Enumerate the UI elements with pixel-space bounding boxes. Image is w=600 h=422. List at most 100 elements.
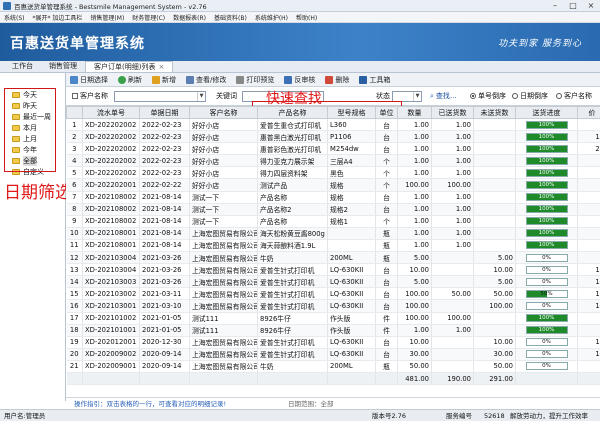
progress-text: 100% xyxy=(539,182,555,188)
table-cell: 上海宏图贸易有限公司 xyxy=(190,276,258,288)
customer-select[interactable]: ▼ xyxy=(114,91,206,102)
table-row[interactable]: 16XD-2021030012021-03-10上海宏图贸易有限公司爱普生针式打… xyxy=(67,300,600,312)
table-cell: XD-202202002 xyxy=(83,167,140,179)
table-row[interactable]: 7XD-2021080022021-08-14测试一下产品名称规格台1.001.… xyxy=(67,191,600,203)
minimize-icon[interactable]: – xyxy=(546,0,564,12)
menu-maintenance[interactable]: 系统维护(H) xyxy=(255,13,288,22)
table-cell: 1.00 xyxy=(432,167,474,179)
menu-sales[interactable]: 销售管理(M) xyxy=(90,13,124,22)
customer-checkbox[interactable] xyxy=(72,93,78,99)
sort-by-customer[interactable]: 客户名称 xyxy=(556,91,592,101)
sort-by-date[interactable]: 日期倒序 xyxy=(512,91,548,101)
table-row[interactable]: 10XD-2021080012021-08-14上海宏图贸易有限公司海天松粉黄豆… xyxy=(67,227,600,239)
table-row[interactable]: 14XD-2021030032021-03-26上海宏图贸易有限公司爱普生针式打… xyxy=(67,276,600,288)
table-row[interactable]: 4XD-2022020022022-02-23好好小店得力亚克力展示架三层A4个… xyxy=(67,155,600,167)
column-header[interactable]: 客户名称 xyxy=(190,107,258,119)
table-cell xyxy=(578,167,600,179)
print-preview-button[interactable]: 打印预览 xyxy=(236,75,274,85)
table-cell: XD-202012001 xyxy=(83,336,140,348)
sort-by-number[interactable]: 单号倒序 xyxy=(470,91,506,101)
maximize-icon[interactable]: □ xyxy=(564,0,582,12)
table-cell: 牛奶 xyxy=(258,252,328,264)
table-row[interactable]: 21XD-2020090012020-09-14上海宏图贸易有限公司牛奶200M… xyxy=(67,360,600,372)
table-cell: 2022-02-23 xyxy=(140,167,190,179)
column-header[interactable]: 数量 xyxy=(398,107,432,119)
column-header[interactable]: 已送货数 xyxy=(432,107,474,119)
toolbox-button[interactable]: 工具箱 xyxy=(359,75,390,85)
table-cell: 2021-03-26 xyxy=(140,252,190,264)
column-header[interactable]: 型号规格 xyxy=(328,107,376,119)
table-cell: 1.00 xyxy=(432,131,474,143)
table-row[interactable]: 18XD-2021010012021-01-05测试1118926牛仔作头版件1… xyxy=(67,324,600,336)
progress-text: 100% xyxy=(539,158,555,164)
menu-system[interactable]: 系统(S) xyxy=(4,13,25,22)
table-cell: 100.00 xyxy=(398,288,432,300)
column-header[interactable]: 单位 xyxy=(376,107,398,119)
summary-empty-cell xyxy=(67,372,83,384)
column-header[interactable]: 产品名称 xyxy=(258,107,328,119)
tab-customer-orders[interactable]: 客户订单(明细)列表× xyxy=(85,61,173,72)
table-cell: 2 xyxy=(578,203,600,215)
table-row[interactable]: 3XD-2022020022022-02-23好好小店惠普彩色激光打印机M254… xyxy=(67,143,600,155)
customer-filter[interactable]: 客户名称 xyxy=(72,91,108,101)
table-cell: 1 xyxy=(578,215,600,227)
menu-expand-toolbar[interactable]: *展开* 加边工具栏 xyxy=(33,13,83,22)
table-cell: 瓶 xyxy=(376,239,398,251)
table-cell xyxy=(328,239,376,251)
menu-basic-data[interactable]: 基础资料(B) xyxy=(214,13,247,22)
delivery-progress: 0% xyxy=(516,252,578,264)
column-header[interactable]: 流水单号 xyxy=(83,107,140,119)
column-header[interactable]: 未送货数 xyxy=(474,107,516,119)
table-cell: XD-202103002 xyxy=(83,288,140,300)
column-header[interactable]: 价 xyxy=(578,107,600,119)
menu-reports[interactable]: 数据报表(R) xyxy=(173,13,206,22)
table-cell: 2 xyxy=(67,131,83,143)
table-cell: 规格 xyxy=(328,179,376,191)
table-row[interactable]: 17XD-2021010022021-01-05测试1118926牛仔作头版件1… xyxy=(67,312,600,324)
column-header[interactable] xyxy=(67,107,83,119)
table-cell: 1.00 xyxy=(398,167,432,179)
progress-bar: 0% xyxy=(526,338,568,346)
table-row[interactable]: 12XD-2021030042021-03-26上海宏图贸易有限公司牛奶200M… xyxy=(67,252,600,264)
unaudit-button[interactable]: 反审核 xyxy=(284,75,315,85)
table-row[interactable]: 8XD-2021080022021-08-14测试一下产品名称2规格2台1.00… xyxy=(67,203,600,215)
table-cell: 5.00 xyxy=(398,252,432,264)
radio-icon[interactable] xyxy=(512,93,518,99)
table-row[interactable]: 13XD-2021030042021-03-26上海宏图贸易有限公司爱普生针式打… xyxy=(67,264,600,276)
date-select-button[interactable]: 日期选择 xyxy=(70,75,108,85)
table-row[interactable]: 15XD-2021030022021-03-11上海宏图贸易有限公司爱普生针式打… xyxy=(67,288,600,300)
delivery-progress: 100% xyxy=(516,119,578,131)
tab-sales[interactable]: 销售管理 xyxy=(41,61,85,72)
radio-icon[interactable] xyxy=(470,93,476,99)
app-icon xyxy=(3,2,11,10)
search-button[interactable]: ⌕查找... xyxy=(430,91,457,101)
tab-close-icon[interactable]: × xyxy=(158,63,164,71)
table-cell xyxy=(474,143,516,155)
table-cell xyxy=(578,227,600,239)
add-button[interactable]: 新增 xyxy=(152,75,176,85)
close-icon[interactable]: × xyxy=(582,0,600,12)
table-row[interactable]: 1XD-2022020022022-02-23好好小店爱普生重仓式打印机L360… xyxy=(67,119,600,131)
table-row[interactable]: 19XD-2020120012020-12-30上海宏图贸易有限公司爱普生针式打… xyxy=(67,336,600,348)
table-cell: 台 xyxy=(376,300,398,312)
table-cell: 得力四层资料架 xyxy=(258,167,328,179)
refresh-button[interactable]: 刷新 xyxy=(118,75,142,85)
column-header[interactable]: 单据日期 xyxy=(140,107,190,119)
radio-icon[interactable] xyxy=(556,93,562,99)
tab-workbench[interactable]: 工作台 xyxy=(4,61,41,72)
table-row[interactable]: 20XD-2020090022020-09-14上海宏图贸易有限公司爱普生针式打… xyxy=(67,348,600,360)
delete-button[interactable]: 删除 xyxy=(325,75,349,85)
table-row[interactable]: 11XD-2021080012021-08-14上海宏图贸易有限公司海天蒜酿料酒… xyxy=(67,239,600,251)
view-edit-button[interactable]: 查看/修改 xyxy=(186,75,226,85)
menu-help[interactable]: 帮助(H) xyxy=(296,13,317,22)
table-row[interactable]: 2XD-2022020022022-02-23好好小店惠普黑白激光打印机P110… xyxy=(67,131,600,143)
table-cell: XD-202202001 xyxy=(83,179,140,191)
menu-finance[interactable]: 财务管理(C) xyxy=(132,13,165,22)
table-cell: XD-202101002 xyxy=(83,312,140,324)
table-row[interactable]: 5XD-2022020022022-02-23好好小店得力四层资料架黑色个1.0… xyxy=(67,167,600,179)
table-cell: 2021-08-14 xyxy=(140,191,190,203)
table-row[interactable]: 9XD-2021080022021-08-14测试一下产品名称规格1个1.001… xyxy=(67,215,600,227)
column-header[interactable]: 送货进度 xyxy=(516,107,578,119)
table-row[interactable]: 6XD-2022020012022-02-22好好小店测试产品规格个100.00… xyxy=(67,179,600,191)
delivery-progress: 100% xyxy=(516,239,578,251)
